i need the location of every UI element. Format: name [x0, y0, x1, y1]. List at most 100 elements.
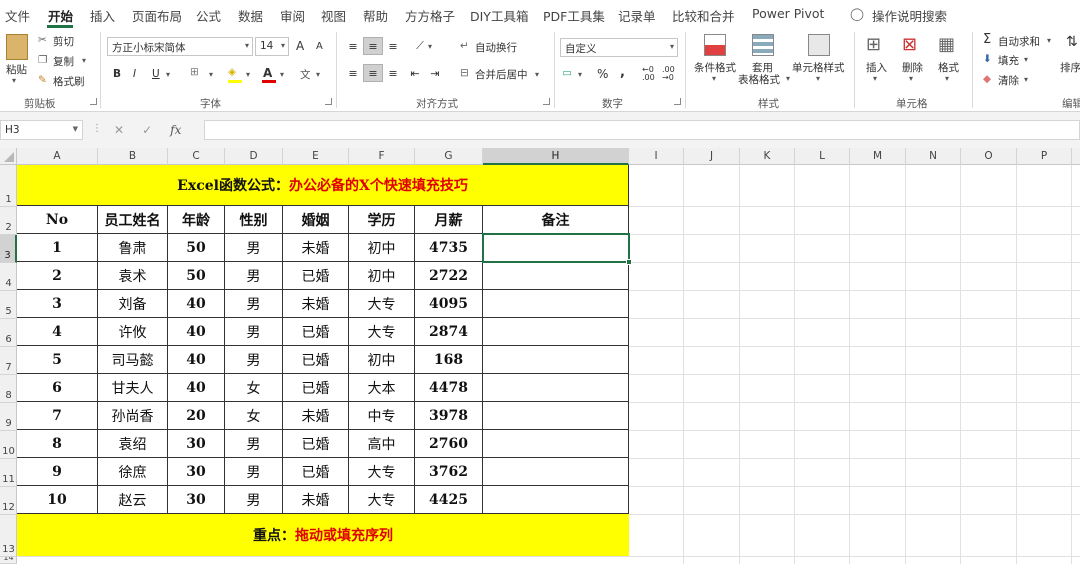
row-header-9[interactable]: 9: [0, 403, 17, 431]
cell-no[interactable]: 3: [17, 290, 98, 318]
column-header-c[interactable]: C: [168, 148, 225, 165]
tab-formulas[interactable]: 公式: [196, 6, 221, 25]
cell-marital[interactable]: 已婚: [283, 374, 349, 402]
font-color-button[interactable]: A: [263, 66, 272, 80]
column-header-e[interactable]: E: [283, 148, 349, 165]
cell-name[interactable]: 刘备: [98, 290, 168, 318]
decrease-indent-icon[interactable]: ⇤: [405, 64, 425, 82]
clipboard-launcher-icon[interactable]: [90, 98, 97, 105]
cell-age[interactable]: 40: [168, 346, 225, 374]
row-header-6[interactable]: 6: [0, 319, 17, 347]
wrap-text-button[interactable]: 自动换行: [475, 40, 517, 55]
cell-name[interactable]: 袁绍: [98, 430, 168, 458]
cell-no[interactable]: 9: [17, 458, 98, 486]
cell-marital[interactable]: 已婚: [283, 458, 349, 486]
cell-age[interactable]: 30: [168, 430, 225, 458]
cell-no[interactable]: 2: [17, 262, 98, 290]
font-launcher-icon[interactable]: [325, 98, 332, 105]
cell-salary[interactable]: 4478: [415, 374, 483, 402]
cell-remark[interactable]: [483, 234, 629, 262]
cell-no[interactable]: 5: [17, 346, 98, 374]
chevron-down-icon[interactable]: ▾: [945, 72, 949, 84]
cell-no[interactable]: 4: [17, 318, 98, 346]
autosum-button[interactable]: 自动求和: [998, 34, 1040, 49]
cell-no[interactable]: 7: [17, 402, 98, 430]
chevron-down-icon[interactable]: ▾: [535, 68, 539, 80]
tab-view[interactable]: 视图: [321, 6, 346, 25]
cell-name[interactable]: 赵云: [98, 486, 168, 514]
underline-button[interactable]: U: [152, 68, 160, 80]
cell-education[interactable]: 大专: [349, 318, 415, 346]
sheet-footer-note[interactable]: 重点： 拖动或填充序列: [17, 514, 629, 556]
grow-font-button[interactable]: A: [296, 39, 304, 53]
column-header-n[interactable]: N: [906, 148, 961, 165]
tab-record-form[interactable]: 记录单: [618, 6, 656, 25]
tab-help[interactable]: 帮助: [363, 6, 388, 25]
cell-remark[interactable]: [483, 458, 629, 486]
tab-file[interactable]: 文件: [5, 6, 30, 25]
cell-education[interactable]: 高中: [349, 430, 415, 458]
column-header-g[interactable]: G: [415, 148, 483, 165]
align-bottom-icon[interactable]: ≡: [383, 37, 403, 55]
row-header-10[interactable]: 10: [0, 431, 17, 459]
orientation-icon[interactable]: ⟋: [410, 37, 430, 55]
cell-remark[interactable]: [483, 346, 629, 374]
header-cell-age[interactable]: 年龄: [168, 206, 225, 234]
cell-gender[interactable]: 男: [225, 318, 283, 346]
cell-education[interactable]: 中专: [349, 402, 415, 430]
increase-indent-icon[interactable]: ⇥: [425, 64, 445, 82]
cell-gender[interactable]: 男: [225, 290, 283, 318]
chevron-down-icon[interactable]: ▾: [316, 68, 320, 80]
name-box[interactable]: H3 ▼: [0, 120, 83, 140]
cell-gender[interactable]: 男: [225, 234, 283, 262]
sheet-title[interactable]: Excel函数公式： 办公必备的X个快速填充技巧: [17, 165, 629, 206]
cell-salary[interactable]: 4095: [415, 290, 483, 318]
cell-age[interactable]: 20: [168, 402, 225, 430]
cell-name[interactable]: 司马懿: [98, 346, 168, 374]
header-cell-education[interactable]: 学历: [349, 206, 415, 234]
tab-diy-toolbox[interactable]: DIY工具箱: [470, 6, 528, 25]
tab-home[interactable]: 开始: [48, 6, 73, 25]
column-header-j[interactable]: J: [684, 148, 740, 165]
cell-no[interactable]: 6: [17, 374, 98, 402]
cell-age[interactable]: 30: [168, 458, 225, 486]
cell-education[interactable]: 大本: [349, 374, 415, 402]
decrease-decimal-icon[interactable]: .00 →0: [662, 66, 675, 82]
comma-button[interactable]: ,: [620, 65, 625, 80]
tab-compare-merge[interactable]: 比较和合并: [672, 6, 735, 25]
currency-icon[interactable]: ▭: [562, 67, 572, 79]
shrink-font-button[interactable]: A: [316, 41, 323, 52]
chevron-down-icon[interactable]: ▾: [209, 68, 213, 80]
cell-name[interactable]: 鲁肃: [98, 234, 168, 262]
row-header-3[interactable]: 3: [0, 235, 17, 263]
cell-remark[interactable]: [483, 318, 629, 346]
chevron-down-icon[interactable]: ▾: [428, 40, 432, 52]
cell-salary[interactable]: 2722: [415, 262, 483, 290]
header-cell-marital[interactable]: 婚姻: [283, 206, 349, 234]
column-header-m[interactable]: M: [850, 148, 906, 165]
number-format-select[interactable]: 自定义 ▾: [560, 38, 678, 57]
tab-page-layout[interactable]: 页面布局: [132, 6, 182, 25]
chevron-down-icon[interactable]: ▾: [712, 72, 716, 84]
align-center-icon[interactable]: ≡: [363, 64, 383, 82]
header-cell-remark[interactable]: 备注: [483, 206, 629, 234]
tab-power-pivot[interactable]: Power Pivot: [752, 6, 824, 21]
cell-education[interactable]: 初中: [349, 346, 415, 374]
chevron-down-icon[interactable]: ▾: [280, 68, 284, 80]
header-cell-no[interactable]: No: [17, 206, 98, 234]
cell-education[interactable]: 大专: [349, 290, 415, 318]
column-header-h[interactable]: H: [483, 148, 629, 165]
header-cell-salary[interactable]: 月薪: [415, 206, 483, 234]
column-header-a[interactable]: A: [17, 148, 98, 165]
tell-me-search[interactable]: 操作说明搜索: [872, 6, 947, 25]
row-header-12[interactable]: 12: [0, 487, 17, 515]
phonetic-button[interactable]: 文: [300, 67, 311, 82]
chevron-down-icon[interactable]: ▾: [816, 72, 820, 84]
cell-marital[interactable]: 已婚: [283, 262, 349, 290]
cell-age[interactable]: 40: [168, 290, 225, 318]
border-icon[interactable]: ⊞: [190, 66, 199, 78]
copy-button[interactable]: 复制: [53, 54, 74, 69]
column-header-i[interactable]: I: [629, 148, 684, 165]
number-launcher-icon[interactable]: [674, 98, 681, 105]
cell-gender[interactable]: 男: [225, 486, 283, 514]
